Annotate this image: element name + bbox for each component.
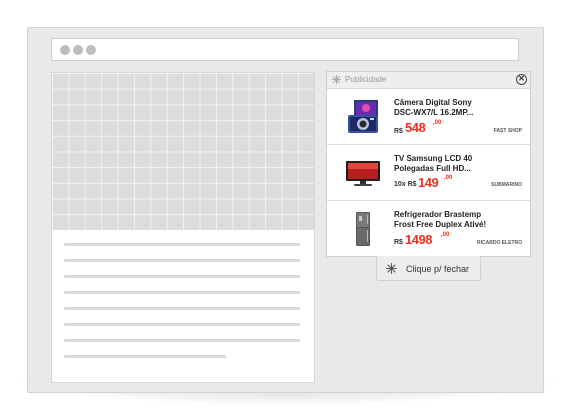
address-bar[interactable] — [51, 38, 519, 61]
ad-product-card[interactable]: Câmera Digital Sony DSC-WX7/L 16.2MP... … — [327, 89, 530, 145]
price-prefix: 10x R$ — [394, 181, 417, 188]
page-content — [51, 72, 315, 383]
text-line-placeholder — [64, 323, 300, 326]
ad-product-card[interactable]: Refrigerador Brastemp Frost Free Duplex … — [327, 201, 530, 256]
product-name-line2: Frost Free Duplex Ativé! — [394, 220, 487, 229]
window-dot-icon[interactable] — [73, 45, 83, 55]
product-name-line2: DSC-WX7/L 16.2MP... — [394, 108, 474, 117]
close-ad-tab[interactable]: Clique p/ fechar — [376, 256, 481, 281]
store-name: RICARDO ELETRO — [477, 240, 522, 246]
price-cents: ,00 — [433, 120, 442, 126]
product-name-line2: Polegadas Full HD... — [394, 164, 471, 173]
product-name[interactable]: TV Samsung LCD 40 Polegadas Full HD... — [394, 154, 524, 174]
image-grid-placeholder — [52, 73, 314, 230]
price-prefix: R$ — [394, 128, 403, 135]
spark-icon — [332, 75, 341, 84]
camera-thumbnail-icon — [348, 100, 378, 133]
spark-icon — [386, 263, 397, 274]
price-prefix: R$ — [394, 239, 403, 246]
close-icon[interactable]: ✕ — [516, 74, 527, 85]
text-line-placeholder — [64, 243, 300, 246]
store-name: FAST SHOP — [493, 128, 522, 134]
ad-header: Publicidade ✕ — [327, 72, 530, 89]
tv-thumbnail-icon — [346, 161, 380, 186]
product-name[interactable]: Câmera Digital Sony DSC-WX7/L 16.2MP... — [394, 98, 524, 118]
text-line-placeholder — [64, 275, 300, 278]
ad-panel: Publicidade ✕ Câmera Digital Sony DSC-WX… — [326, 71, 531, 257]
refrigerator-thumbnail-icon — [356, 212, 370, 246]
text-line-placeholder — [64, 355, 226, 358]
price-value: 1498 — [405, 232, 432, 247]
price-cents: ,00 — [444, 175, 453, 181]
text-line-placeholder — [64, 291, 300, 294]
product-name[interactable]: Refrigerador Brastemp Frost Free Duplex … — [394, 210, 524, 230]
product-name-line1: Câmera Digital Sony — [394, 98, 472, 107]
text-line-placeholder — [64, 307, 300, 310]
window-dot-icon[interactable] — [60, 45, 70, 55]
price-value: 149 — [418, 175, 439, 190]
price-value: 548 — [405, 120, 426, 135]
text-line-placeholder — [64, 259, 300, 262]
store-name: SUBMARINO — [491, 182, 522, 188]
price-cents: ,00 — [441, 232, 450, 238]
close-tab-label: Clique p/ fechar — [406, 264, 470, 274]
window-dot-icon[interactable] — [86, 45, 96, 55]
ad-label: Publicidade — [345, 75, 387, 84]
product-name-line1: Refrigerador Brastemp — [394, 210, 482, 219]
product-name-line1: TV Samsung LCD 40 — [394, 154, 473, 163]
text-line-placeholder — [64, 339, 300, 342]
ad-product-card[interactable]: TV Samsung LCD 40 Polegadas Full HD... 1… — [327, 145, 530, 201]
